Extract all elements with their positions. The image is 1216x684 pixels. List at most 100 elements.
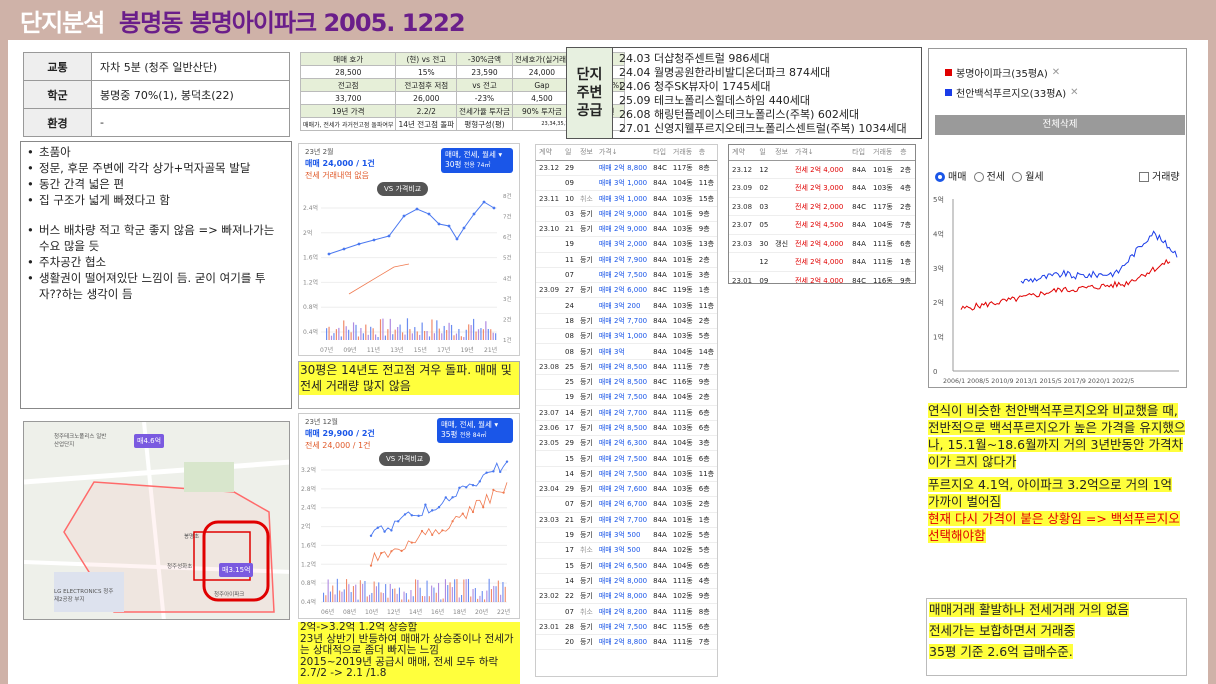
volume-bar bbox=[357, 599, 359, 602]
volume-bar bbox=[449, 582, 451, 602]
close-icon[interactable]: ✕ bbox=[1070, 87, 1078, 98]
volume-bar bbox=[480, 328, 482, 340]
table-cell: 매매 2억 7,700 bbox=[595, 313, 651, 330]
radio-monthly[interactable]: 월세 bbox=[1012, 172, 1044, 183]
volume-bar bbox=[414, 327, 416, 340]
table-cell: 111동 bbox=[870, 234, 898, 254]
table-row: 14 등기 매매 2억 7,500 84A 103동 11층 bbox=[536, 466, 717, 483]
table-row: 23.07 05 전세 2억 4,500 84A 104동 7층 bbox=[729, 215, 915, 235]
table-row: 23.10 21 등기 매매 2억 9,000 84A 103동 9층 bbox=[536, 221, 717, 238]
volume-bar bbox=[389, 318, 391, 340]
volume-bar bbox=[450, 324, 453, 340]
table-cell: 2층 bbox=[695, 389, 717, 406]
map-label: 청주성화초 bbox=[167, 564, 193, 570]
legend-item[interactable]: 천안백석푸르지오(33평A) ✕ bbox=[945, 85, 1079, 100]
map-marker[interactable]: 매3.15억 bbox=[219, 563, 254, 577]
table-cell: 84A bbox=[650, 634, 670, 651]
table-cell: 84A bbox=[849, 215, 870, 235]
x-tick-label: 08년 bbox=[343, 608, 356, 616]
caption-line: 2억->3.2억 1.2억 상승함 bbox=[300, 622, 418, 633]
table-cell: 84A bbox=[650, 527, 670, 544]
volume-checkbox[interactable]: 거래량 bbox=[1139, 168, 1180, 183]
chart1-caption-border bbox=[298, 361, 520, 409]
table-cell: 23.01 bbox=[536, 619, 563, 636]
volume-bar bbox=[433, 333, 435, 340]
table-header-row: 계약 일 정보 가격↓ 타입 거래동 층 bbox=[729, 145, 915, 161]
x-tick-label: 06년 bbox=[321, 608, 334, 616]
table-cell: 14층 bbox=[695, 343, 717, 360]
table-cell: 매매 2억 7,700 bbox=[595, 512, 651, 528]
x-tick-label: 16년 bbox=[431, 608, 444, 616]
volume-bar bbox=[488, 578, 490, 602]
legend-item[interactable]: 봉명아이파크(35평A) ✕ bbox=[945, 65, 1060, 80]
table-cell: 101동 bbox=[669, 512, 696, 528]
y-tick-label: 0.4억 bbox=[301, 598, 316, 606]
clear-all-button[interactable]: 전체삭제 bbox=[935, 115, 1185, 135]
supply-item: 27.01 신영지웰푸르지오테크노폴리스센트럴(주복) 1034세대 bbox=[619, 122, 907, 135]
table-cell: 03 bbox=[562, 206, 577, 222]
volume-bar bbox=[387, 329, 389, 340]
volume-bar bbox=[424, 330, 426, 340]
table-cell: 84A bbox=[849, 178, 870, 198]
table-cell: 전세 2억 4,000 bbox=[792, 252, 850, 272]
volume-bar bbox=[433, 587, 435, 602]
table-cell: 매매 2억 7,500 bbox=[595, 450, 651, 467]
table-cell bbox=[536, 496, 563, 513]
volume-bar bbox=[453, 335, 455, 340]
table-cell: 07 bbox=[562, 496, 577, 513]
radio-lease[interactable]: 전세 bbox=[973, 172, 1005, 183]
table-row: 08 등기 매매 3억 84A 104동 14층 bbox=[536, 343, 717, 360]
x-tick-label: 12년 bbox=[387, 608, 400, 616]
table-cell: 116동 bbox=[870, 271, 898, 283]
series-line-red bbox=[960, 258, 1171, 311]
table-cell bbox=[536, 389, 563, 406]
radio-label: 매매 bbox=[948, 172, 967, 183]
lease-trades-panel: 계약 일 정보 가격↓ 타입 거래동 층 23.12 12 전세 2억 4,000 84A 101동 2… bbox=[728, 144, 916, 284]
table-row: 19 등기 매매 3억 500 84A 102동 5층 bbox=[536, 527, 717, 544]
volume-bar bbox=[463, 579, 465, 602]
close-icon[interactable]: ✕ bbox=[1052, 67, 1060, 78]
map-panel[interactable]: 매4.6억 매3.15억 청주테크노폴리스 일반산업단지 LG ELECTRON… bbox=[23, 421, 290, 620]
cell: 전고점 bbox=[299, 78, 397, 92]
table-cell: 4층 bbox=[695, 573, 717, 590]
map-marker[interactable]: 매4.6억 bbox=[134, 434, 165, 448]
table-cell bbox=[536, 573, 563, 590]
volume-bar bbox=[396, 593, 398, 602]
table-cell: 6층 bbox=[695, 405, 717, 421]
supply-item: 24.03 더샵청주센트럴 986세대 bbox=[619, 52, 770, 65]
volume-bar bbox=[492, 332, 494, 340]
table-cell: 매매 2억 7,600 bbox=[595, 481, 651, 498]
y-tick-label: 3.2억 bbox=[301, 466, 316, 474]
table-cell: 09 bbox=[562, 175, 577, 192]
table-cell: 117동 bbox=[870, 197, 898, 217]
volume-bar bbox=[475, 331, 477, 340]
table-cell: 30 bbox=[756, 234, 773, 254]
table-cell bbox=[772, 271, 793, 283]
volume-bar bbox=[421, 596, 423, 602]
table-cell: 등기 bbox=[576, 573, 596, 590]
column-header: 층 bbox=[897, 145, 915, 161]
volume-bar bbox=[401, 599, 403, 602]
table-cell: 07 bbox=[562, 603, 577, 620]
caption-line: 2.7/2 -> 2.1 /1.8 bbox=[300, 667, 387, 679]
radio-sale[interactable]: 매매 bbox=[935, 172, 966, 183]
table-cell: 5층 bbox=[695, 527, 717, 544]
table-cell: 매매 3억 bbox=[595, 343, 651, 360]
checkbox-icon bbox=[1139, 172, 1149, 182]
table-cell: 5층 bbox=[695, 328, 717, 345]
table-cell: 23.08 bbox=[729, 197, 757, 217]
table-cell: 등기 bbox=[576, 634, 596, 651]
table-cell: 03 bbox=[756, 197, 773, 217]
table-row: 19 등기 매매 2억 7,500 84A 104동 2층 bbox=[536, 389, 717, 406]
cell: 14년 전고점 돌파 bbox=[395, 117, 458, 131]
table-cell: 매매 2억 8,500 bbox=[595, 420, 651, 437]
volume-bar bbox=[446, 329, 448, 340]
table-cell: 매매 3억 1,000 bbox=[595, 190, 651, 207]
table-cell bbox=[772, 215, 793, 235]
volume-bar bbox=[490, 589, 492, 602]
table-cell: 84A bbox=[650, 221, 670, 238]
table-cell: 103동 bbox=[669, 297, 696, 314]
table-cell bbox=[536, 252, 563, 268]
table-cell: 매매 2억 8,800 bbox=[595, 160, 651, 177]
x-tick-label: 19년 bbox=[461, 346, 474, 354]
